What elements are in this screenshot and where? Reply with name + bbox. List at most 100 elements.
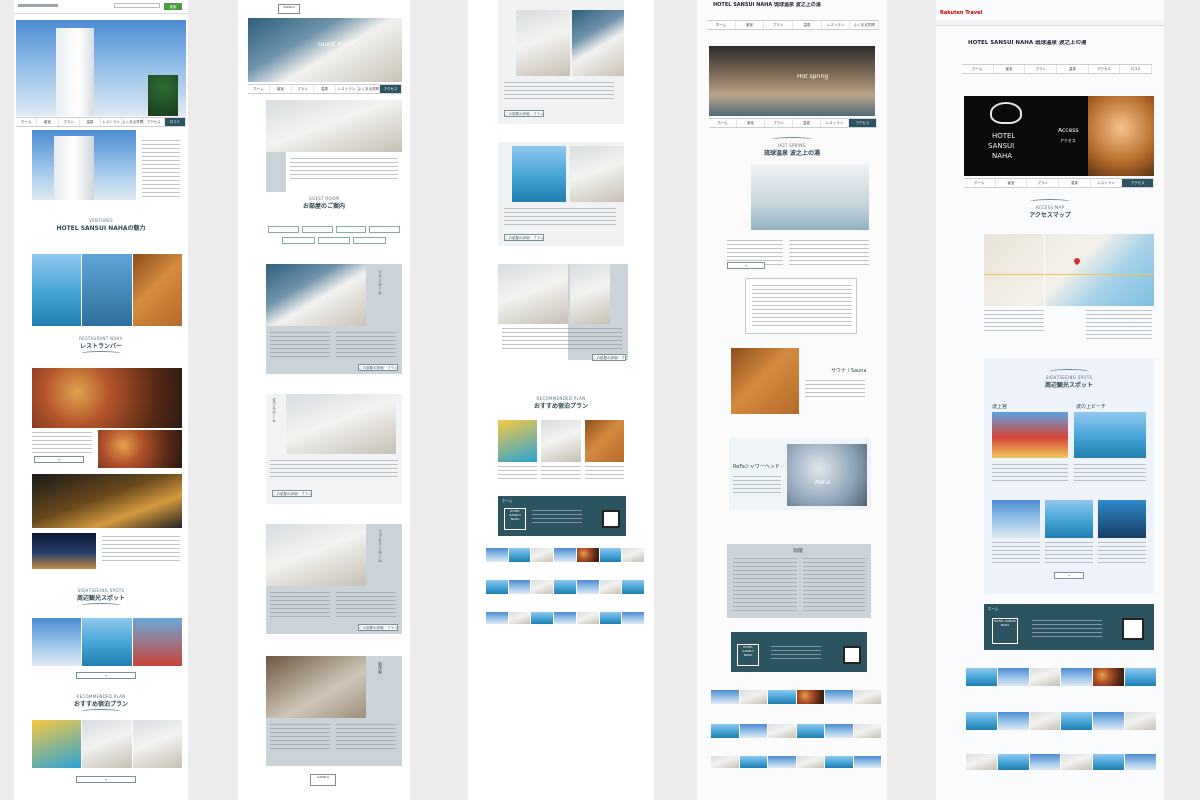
plan-image [570,264,610,324]
search-button[interactable]: 検索 [164,3,182,10]
footer-logo: HOTEL SANSUI NAHA [504,508,526,530]
feature-card[interactable] [132,254,182,326]
room-side-panel [266,152,286,192]
sauna-image [731,348,799,414]
spot-card-texts [992,542,1146,566]
spot-1-image[interactable] [992,412,1068,458]
banner-label: Guest Room [318,42,355,48]
spot-images [32,618,182,666]
site-footer: ホーム HOTEL SANSUI NAHA [498,496,626,536]
nav-restaurant[interactable]: レストラン [101,118,123,126]
nav-plans[interactable]: プラン [59,118,80,126]
refa-image: ReFa [787,444,867,506]
page-column-access: Rakuten Travel HOTEL SANSUI NAHA 琉球温泉 波之… [936,0,1164,800]
plan-card[interactable] [498,420,538,462]
qr-code [843,646,861,664]
spot-1-title: 波上宮 [992,404,1008,410]
restaurant-detail-button[interactable]: → [34,456,84,463]
spots-heading: SIGHTSEEING SPOTS 周辺観光スポット [14,588,188,609]
spot-cards [992,500,1146,538]
plan-card[interactable] [132,720,182,768]
room-name: ツインルーム [378,270,383,294]
plan-card[interactable] [541,420,581,462]
hotel-header-title: HOTEL SANSUI NAHA 琉球温泉 波之上の湯 [968,40,1087,46]
bar-image [32,474,182,528]
refa-label: ReFaシャワーヘッド [733,464,780,470]
plan-image [516,10,570,76]
room-banner-image: Guest Room [248,18,402,82]
nav-spa[interactable]: 温泉 [80,118,101,126]
hotel-logo: SANSUI [278,4,300,14]
search-input[interactable] [114,3,160,8]
spa-nav: ホーム 客室 プラン 温泉 レストラン アクセス [709,118,877,128]
plan-card-1: この部屋の詳細・プランを見る [498,0,624,124]
access-map[interactable] [984,234,1154,306]
room-name: ダブルルーム [272,398,277,422]
room-image [266,656,366,718]
hotel-sign-1: HOTEL [992,132,1016,140]
nav-home[interactable]: ホーム [16,118,38,126]
restaurant-food-image [32,368,182,428]
rooms-heading: GUEST ROOM お部屋のご案内 [302,196,345,210]
page-column-rooms: SANSUI Guest Room ホーム 客室 プラン 温泉 レストラン よく… [238,0,410,800]
spots-more-button[interactable]: → [1054,572,1084,579]
spot-2-image[interactable] [1074,412,1146,458]
plan-card-3: この部屋の詳細・プランを見る [498,264,628,368]
sauna-text [805,380,865,398]
main-nav: ホーム 客室 プラン 温泉 レストラン よくある質問 アクセス 口コミ [16,117,186,127]
nav-access[interactable]: アクセス [144,118,165,126]
room-image [286,394,396,454]
room-detail-button[interactable]: この部屋の詳細・プランを見る [358,624,398,631]
plan-card[interactable] [82,720,132,768]
palm-tree-image [148,75,178,116]
spring-detail-button[interactable]: → [727,262,765,269]
refa-section: ReFaシャワーヘッド ReFa [729,438,871,510]
related-hotels-row-1 [711,690,881,704]
site-header: 検索 [14,0,188,14]
room-nav: ホーム 客室 プラン 温泉 レストラン よくある質問 アクセス [248,84,402,94]
room-name: ファミリールーム [378,530,383,562]
map-pin-icon[interactable] [1072,256,1082,266]
plan-card[interactable] [584,420,624,462]
hotel-sign-2: SANSUI [988,142,1015,150]
room-detail-button[interactable]: この部屋の詳細・プランを見る [272,490,312,497]
wave-logo-icon [990,102,1022,124]
room-card-2: ダブルルーム この部屋の詳細・プランを見る [266,394,402,504]
spot-image[interactable] [82,618,132,666]
plan-image [512,146,566,202]
spot-image[interactable] [132,618,182,666]
plan-card[interactable] [32,720,82,768]
plans-more-button[interactable]: → [76,776,136,783]
room-detail-button[interactable]: この部屋の詳細・プランを見る [358,364,398,371]
hotel-feature-image [32,130,136,200]
hot-spring-banner: Hot spring [709,46,875,116]
bar-text [102,536,180,564]
plan-detail-button[interactable]: この部屋の詳細・プランを見る [504,110,544,117]
restaurant-text [32,432,92,456]
spot-image[interactable] [32,618,82,666]
nav-reviews[interactable]: 口コミ [164,118,186,126]
room-card-4: 和洋室 [266,656,402,766]
qr-code [1122,618,1144,640]
rakuten-logo[interactable]: Rakuten Travel [940,10,982,16]
nav-rooms[interactable]: 客室 [37,118,59,126]
spots-heading: SIGHTSEEING SPOTS 周辺観光スポット [984,368,1154,389]
plan-detail-button[interactable]: この部屋の詳細・プランを見る [592,354,626,361]
room-text [270,332,330,360]
nav-faq[interactable]: よくある質問 [122,118,144,126]
room-image [266,524,366,586]
feature-card[interactable] [32,254,82,326]
feature-card[interactable] [82,254,132,326]
related-hotels-row-3 [486,612,645,624]
footer-logo: HOTEL SANSUI NAHA [737,644,759,666]
plan-detail-button[interactable]: この部屋の詳細・プランを見る [504,234,544,241]
access-ja: アクセス [1060,138,1076,143]
room-name: 和洋室 [378,662,383,674]
plan-text [502,328,622,350]
room-text [270,460,398,480]
hotel-intro-text [142,140,180,200]
map-heading: ACCESS MAP アクセスマップ [936,198,1164,219]
refa-logo: ReFa [815,480,830,486]
spots-more-button[interactable]: → [76,672,136,679]
plan-image [572,10,624,76]
